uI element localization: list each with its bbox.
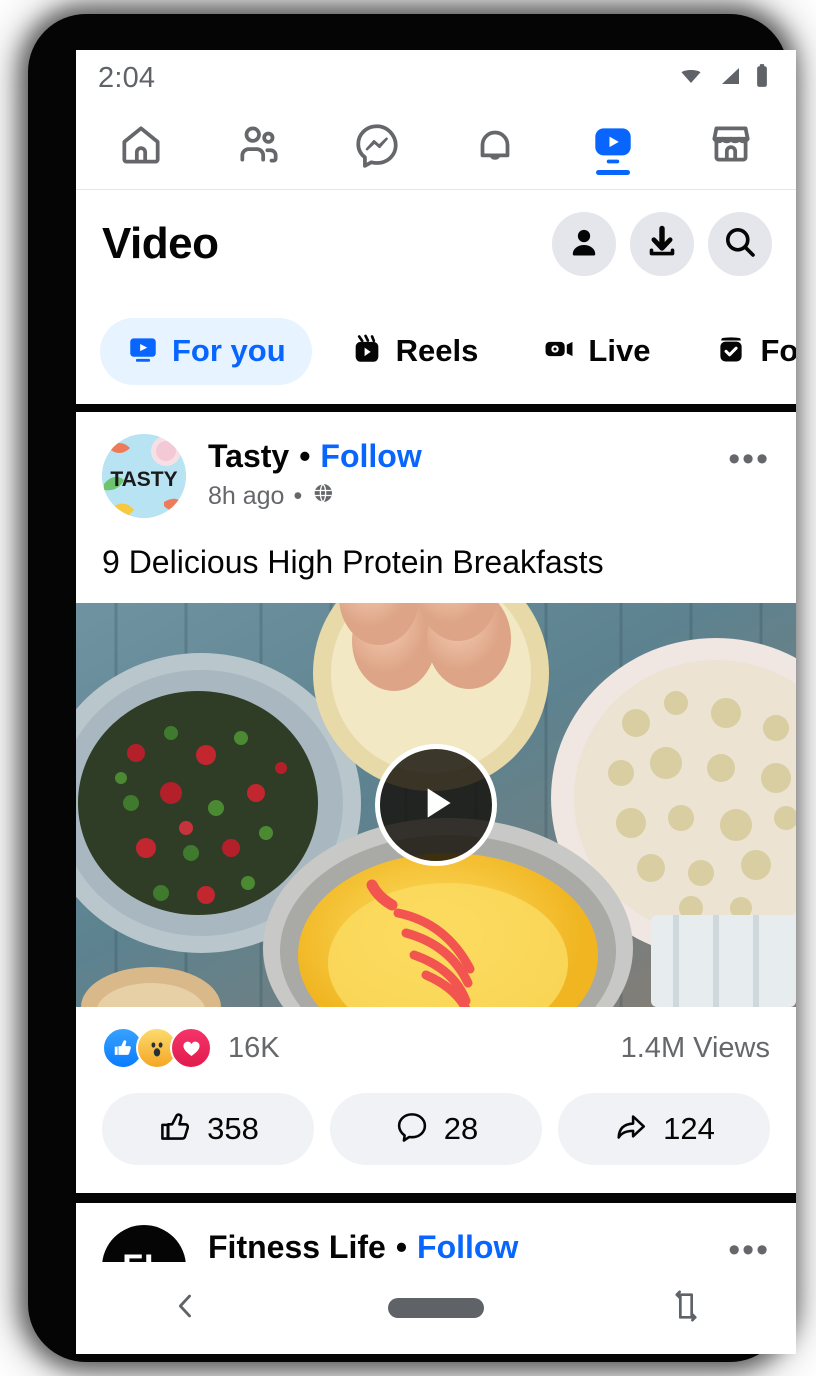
- battery-icon: [754, 63, 770, 94]
- tab-label-reels: Reels: [395, 333, 479, 368]
- post-card-tasty: TASTY Tasty • Follow 8h ago • ••• 9 Deli…: [76, 412, 796, 1193]
- post-header: TASTY Tasty • Follow 8h ago • •••: [76, 412, 796, 518]
- comment-button[interactable]: 28: [330, 1093, 542, 1165]
- messenger-icon: [352, 120, 402, 175]
- more-options-icon[interactable]: •••: [728, 434, 770, 476]
- share-button[interactable]: 124: [558, 1093, 770, 1165]
- video-feed: TASTY Tasty • Follow 8h ago • ••• 9 Deli…: [76, 404, 796, 1309]
- header-actions: [552, 212, 772, 276]
- reels-icon: [350, 332, 384, 371]
- avatar[interactable]: TASTY: [102, 434, 186, 518]
- tab-following[interactable]: Following: [688, 318, 796, 385]
- share-count: 124: [663, 1111, 715, 1146]
- download-icon: [644, 224, 680, 265]
- post-byline: Fitness Life • Follow: [208, 1229, 728, 1266]
- phone-screen: 2:04 Video For you Reels Live Fo TASTY T…: [76, 50, 796, 1354]
- love-reaction-icon: [170, 1027, 212, 1069]
- post-actions: 358 28 124: [76, 1085, 796, 1193]
- share-icon: [613, 1109, 649, 1150]
- search-button[interactable]: [708, 212, 772, 276]
- byline-separator: •: [395, 1229, 408, 1265]
- post-meta: Tasty • Follow 8h ago •: [208, 434, 728, 512]
- post-submeta: 8h ago •: [208, 481, 728, 512]
- video-thumbnail[interactable]: [76, 603, 796, 1007]
- thumbs-up-icon: [157, 1109, 193, 1150]
- tab-for-you[interactable]: For you: [100, 317, 312, 385]
- downloads-button[interactable]: [630, 212, 694, 276]
- post-title: 9 Delicious High Protein Breakfasts: [102, 544, 604, 580]
- globe-icon: [311, 481, 335, 512]
- video-header: Video: [76, 190, 796, 298]
- nav-item-notifications[interactable]: [452, 113, 538, 183]
- page-title: Video: [102, 219, 219, 268]
- friends-icon: [234, 120, 284, 175]
- person-icon: [566, 224, 602, 265]
- search-icon: [721, 223, 759, 266]
- video-tab-icon: [126, 332, 160, 371]
- system-navigation-bar: [76, 1262, 796, 1354]
- submeta-separator: •: [293, 482, 303, 510]
- follow-button[interactable]: Follow: [320, 438, 421, 475]
- more-options-icon[interactable]: •••: [728, 1225, 770, 1267]
- comment-icon: [394, 1109, 430, 1150]
- tab-label-live: Live: [588, 333, 651, 368]
- live-icon: [542, 332, 576, 371]
- byline-separator: •: [299, 438, 311, 474]
- system-home-button[interactable]: [387, 1298, 484, 1318]
- following-icon: [714, 332, 748, 371]
- status-bar: 2:04: [76, 50, 796, 106]
- app-top-nav: [76, 106, 796, 190]
- nav-item-messenger[interactable]: [334, 113, 420, 183]
- reactions-group[interactable]: 16K: [102, 1027, 280, 1069]
- video-icon: [588, 120, 638, 175]
- tab-label-following: Following: [760, 333, 796, 368]
- nav-item-home[interactable]: [98, 113, 184, 183]
- follow-button[interactable]: Follow: [417, 1229, 518, 1266]
- marketplace-icon: [706, 120, 756, 175]
- page-name[interactable]: Tasty: [208, 438, 289, 475]
- view-count: 1.4M Views: [620, 1031, 770, 1064]
- tab-label-for-you: For you: [172, 333, 286, 368]
- play-icon: [411, 778, 461, 833]
- feed-separator: [76, 1193, 796, 1203]
- reaction-count: 16K: [228, 1031, 280, 1064]
- post-meta: Fitness Life • Follow: [208, 1225, 728, 1266]
- nav-item-marketplace[interactable]: [688, 113, 774, 183]
- phone-frame: 2:04 Video For you Reels Live Fo TASTY T…: [28, 14, 796, 1362]
- svg-text:TASTY: TASTY: [110, 468, 177, 491]
- video-tabs: For you Reels Live Fo: [76, 298, 796, 404]
- comment-count: 28: [443, 1111, 479, 1146]
- system-back-button[interactable]: [169, 1289, 203, 1328]
- tab-reels[interactable]: Reels: [324, 318, 505, 385]
- tab-live[interactable]: Live: [516, 318, 676, 385]
- nav-item-video[interactable]: [570, 113, 656, 183]
- post-byline: Tasty • Follow: [208, 438, 728, 475]
- status-time: 2:04: [98, 61, 156, 94]
- home-icon: [116, 120, 166, 175]
- wifi-icon: [676, 64, 706, 93]
- system-rotate-button[interactable]: [669, 1289, 703, 1328]
- play-button[interactable]: [375, 744, 497, 866]
- engagement-bar: 16K 1.4M Views: [76, 1007, 796, 1085]
- like-count: 358: [207, 1111, 259, 1146]
- nav-item-friends[interactable]: [216, 113, 302, 183]
- profile-button[interactable]: [552, 212, 616, 276]
- like-button[interactable]: 358: [102, 1093, 314, 1165]
- bell-icon: [470, 120, 520, 175]
- signal-icon: [717, 64, 743, 93]
- status-icons: [676, 63, 770, 94]
- page-name[interactable]: Fitness Life: [208, 1229, 386, 1266]
- post-timestamp: 8h ago: [208, 482, 285, 510]
